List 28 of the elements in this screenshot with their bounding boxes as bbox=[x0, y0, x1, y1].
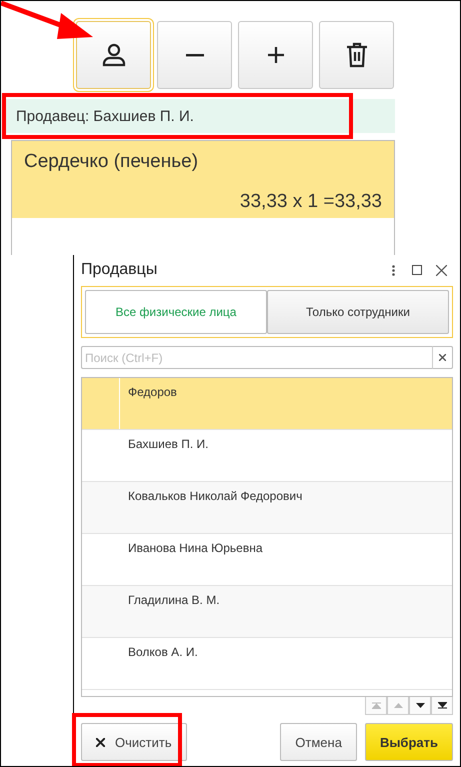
name-cell-text: Гладилина В. М. bbox=[127, 592, 220, 607]
table-row[interactable]: Ковальков Николай Федорович bbox=[82, 482, 452, 534]
name-cell-text: Федоров bbox=[127, 384, 177, 399]
table-row[interactable]: Федоров bbox=[82, 378, 452, 430]
filter-tab[interactable]: Только сотрудники bbox=[267, 290, 449, 334]
product-card[interactable]: Сердечко (печенье) 33,33 x 1 =33,33 bbox=[12, 141, 394, 218]
product-name: Сердечко (печенье) bbox=[24, 151, 200, 173]
name-cell-text: Ковальков Николай Федорович bbox=[127, 488, 302, 503]
name-cell-text: Бахшиев П. И. bbox=[127, 436, 209, 451]
trash-button[interactable] bbox=[319, 21, 394, 89]
search-field[interactable]: Поиск (Ctrl+F) bbox=[81, 346, 433, 369]
close-icon bbox=[96, 738, 105, 746]
name-cell-text: Волков А. И. bbox=[127, 644, 198, 659]
cancel-button[interactable]: Отмена bbox=[280, 723, 357, 761]
scroll-down-icon[interactable] bbox=[409, 697, 431, 715]
trash-icon bbox=[346, 42, 368, 68]
dialog-title: Продавцы bbox=[81, 261, 158, 279]
scroll-last-icon[interactable] bbox=[431, 697, 453, 715]
minus-icon bbox=[186, 53, 204, 57]
name-cell-text: Иванова Нина Юрьевна bbox=[127, 540, 262, 555]
choose-button[interactable]: Выбрать bbox=[364, 723, 453, 761]
person-icon bbox=[100, 42, 126, 68]
clear-button[interactable]: Очистить bbox=[81, 723, 187, 761]
clear-search-icon[interactable] bbox=[433, 346, 453, 369]
price-line: 33,33 x 1 =33,33 bbox=[240, 191, 382, 213]
plus-icon bbox=[268, 47, 284, 63]
person-button[interactable] bbox=[76, 21, 151, 89]
table-row[interactable]: Гладилина В. М. bbox=[82, 586, 452, 638]
